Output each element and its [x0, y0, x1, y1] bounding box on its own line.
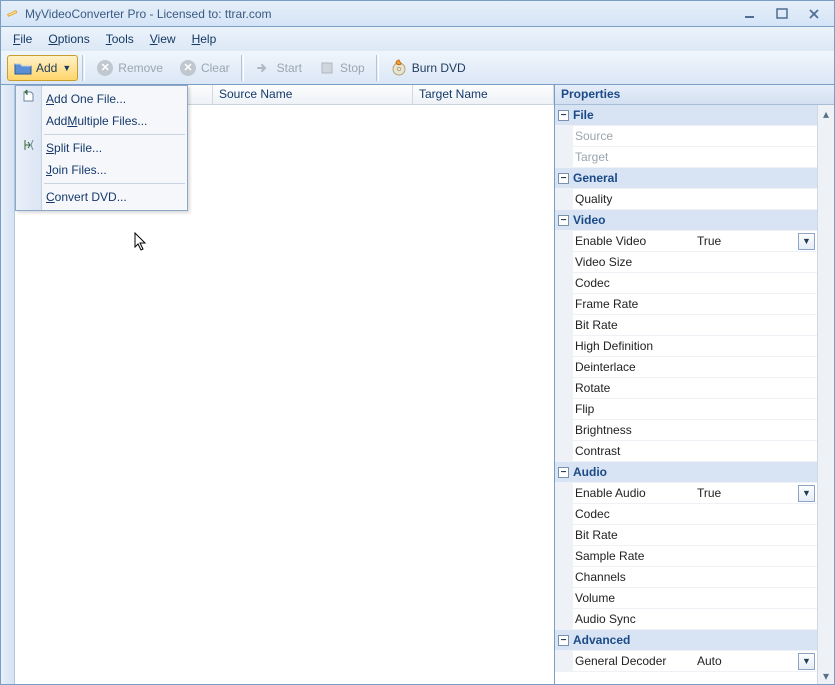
- row-rotate[interactable]: Rotate: [555, 378, 817, 399]
- add-label: Add: [36, 61, 57, 75]
- remove-button[interactable]: ✕ Remove: [89, 55, 170, 81]
- properties-body: ▴ ▾ −File Source Target −General Quality…: [555, 105, 834, 684]
- menu-file[interactable]: File: [7, 30, 38, 48]
- row-volume[interactable]: Volume: [555, 588, 817, 609]
- row-source[interactable]: Source: [555, 126, 817, 147]
- dropdown-button[interactable]: ▼: [798, 233, 815, 250]
- row-enable-video[interactable]: Enable VideoTrue▼: [555, 231, 817, 252]
- row-high-definition[interactable]: High Definition: [555, 336, 817, 357]
- row-audio-sync[interactable]: Audio Sync: [555, 609, 817, 630]
- scroll-down-icon[interactable]: ▾: [818, 667, 834, 684]
- add-one-file[interactable]: Add One File...: [16, 88, 187, 110]
- row-flip[interactable]: Flip: [555, 399, 817, 420]
- row-enable-audio[interactable]: Enable AudioTrue▼: [555, 483, 817, 504]
- scroll-up-icon[interactable]: ▴: [818, 105, 834, 122]
- close-button[interactable]: [802, 5, 826, 23]
- properties-panel: Properties ▴ ▾ −File Source Target −Gene…: [554, 85, 834, 684]
- properties-title: Properties: [555, 85, 834, 105]
- burn-dvd-icon: [390, 59, 408, 77]
- row-codec-audio[interactable]: Codec: [555, 504, 817, 525]
- row-general-decoder[interactable]: General DecoderAuto▼: [555, 651, 817, 672]
- menubar: File Options Tools View Help: [0, 27, 835, 51]
- clear-button[interactable]: ✕ Clear: [172, 55, 237, 81]
- dropdown-button[interactable]: ▼: [798, 653, 815, 670]
- row-sample-rate[interactable]: Sample Rate: [555, 546, 817, 567]
- properties-scrollbar[interactable]: ▴ ▾: [817, 105, 834, 684]
- minimize-button[interactable]: [738, 5, 762, 23]
- row-quality[interactable]: Quality: [555, 189, 817, 210]
- category-general[interactable]: −General: [555, 168, 817, 189]
- row-contrast[interactable]: Contrast: [555, 441, 817, 462]
- main-area: Source Name Target Name Add One File... …: [0, 85, 835, 685]
- row-frame-rate[interactable]: Frame Rate: [555, 294, 817, 315]
- column-target[interactable]: Target Name: [413, 85, 554, 104]
- stop-icon: [318, 59, 336, 77]
- clear-label: Clear: [201, 61, 230, 75]
- row-brightness[interactable]: Brightness: [555, 420, 817, 441]
- menu-view[interactable]: View: [144, 30, 182, 48]
- start-label: Start: [277, 61, 302, 75]
- stop-label: Stop: [340, 61, 365, 75]
- menu-options[interactable]: Options: [42, 30, 95, 48]
- play-icon: [255, 59, 273, 77]
- join-files[interactable]: Join Files...: [16, 159, 187, 181]
- collapse-icon[interactable]: −: [558, 467, 569, 478]
- convert-dvd[interactable]: Convert DVD...: [16, 186, 187, 208]
- collapse-icon[interactable]: −: [558, 635, 569, 646]
- collapse-icon[interactable]: −: [558, 173, 569, 184]
- row-video-size[interactable]: Video Size: [555, 252, 817, 273]
- column-source[interactable]: Source Name: [213, 85, 413, 104]
- file-grid: Source Name Target Name Add One File... …: [15, 85, 554, 684]
- toolbar: Add ▼ ✕ Remove ✕ Clear Start Stop Burn D…: [0, 51, 835, 85]
- row-bitrate-audio[interactable]: Bit Rate: [555, 525, 817, 546]
- collapse-icon[interactable]: −: [558, 215, 569, 226]
- left-gutter: [1, 85, 15, 684]
- add-button[interactable]: Add ▼: [7, 55, 78, 81]
- app-icon: [5, 6, 21, 22]
- burn-dvd-button[interactable]: Burn DVD: [383, 55, 473, 81]
- row-codec-video[interactable]: Codec: [555, 273, 817, 294]
- category-advanced[interactable]: −Advanced: [555, 630, 817, 651]
- remove-label: Remove: [118, 61, 163, 75]
- split-file[interactable]: Split File...: [16, 137, 187, 159]
- category-video[interactable]: −Video: [555, 210, 817, 231]
- remove-icon: ✕: [96, 59, 114, 77]
- menu-tools[interactable]: Tools: [100, 30, 140, 48]
- add-dropdown: Add One File... Add Multiple Files... Sp…: [15, 85, 188, 211]
- category-file[interactable]: −File: [555, 105, 817, 126]
- chevron-down-icon: ▼: [62, 63, 71, 73]
- dropdown-button[interactable]: ▼: [798, 485, 815, 502]
- add-multiple-files[interactable]: Add Multiple Files...: [16, 110, 187, 132]
- row-bitrate-video[interactable]: Bit Rate: [555, 315, 817, 336]
- start-button[interactable]: Start: [248, 55, 309, 81]
- row-channels[interactable]: Channels: [555, 567, 817, 588]
- collapse-icon[interactable]: −: [558, 110, 569, 121]
- category-audio[interactable]: −Audio: [555, 462, 817, 483]
- folder-add-icon: [14, 59, 32, 77]
- burn-label: Burn DVD: [412, 61, 466, 75]
- split-icon: [18, 138, 40, 152]
- menu-help[interactable]: Help: [186, 30, 223, 48]
- titlebar: MyVideoConverter Pro - Licensed to: ttra…: [0, 0, 835, 27]
- row-deinterlace[interactable]: Deinterlace: [555, 357, 817, 378]
- maximize-button[interactable]: [770, 5, 794, 23]
- clear-icon: ✕: [179, 59, 197, 77]
- stop-button[interactable]: Stop: [311, 55, 372, 81]
- add-one-icon: [18, 89, 40, 103]
- row-target[interactable]: Target: [555, 147, 817, 168]
- window-buttons: [738, 5, 830, 23]
- window-title: MyVideoConverter Pro - Licensed to: ttra…: [25, 7, 738, 21]
